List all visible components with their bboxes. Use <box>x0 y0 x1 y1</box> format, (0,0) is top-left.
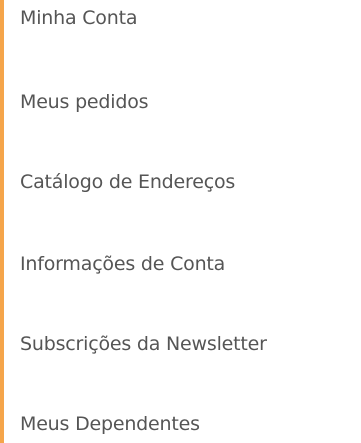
account-sidebar-nav: Minha Conta Meus pedidos Catálogo de End… <box>0 0 361 443</box>
nav-item-subscricoes-newsletter[interactable]: Subscrições da Newsletter <box>20 332 267 356</box>
nav-item-informacoes-conta[interactable]: Informações de Conta <box>20 252 225 276</box>
nav-item-catalogo-enderecos[interactable]: Catálogo de Endereços <box>20 170 235 194</box>
nav-item-minha-conta[interactable]: Minha Conta <box>20 6 137 30</box>
nav-item-meus-dependentes[interactable]: Meus Dependentes <box>20 412 200 436</box>
active-accent-bar <box>0 0 4 443</box>
nav-item-meus-pedidos[interactable]: Meus pedidos <box>20 90 149 114</box>
